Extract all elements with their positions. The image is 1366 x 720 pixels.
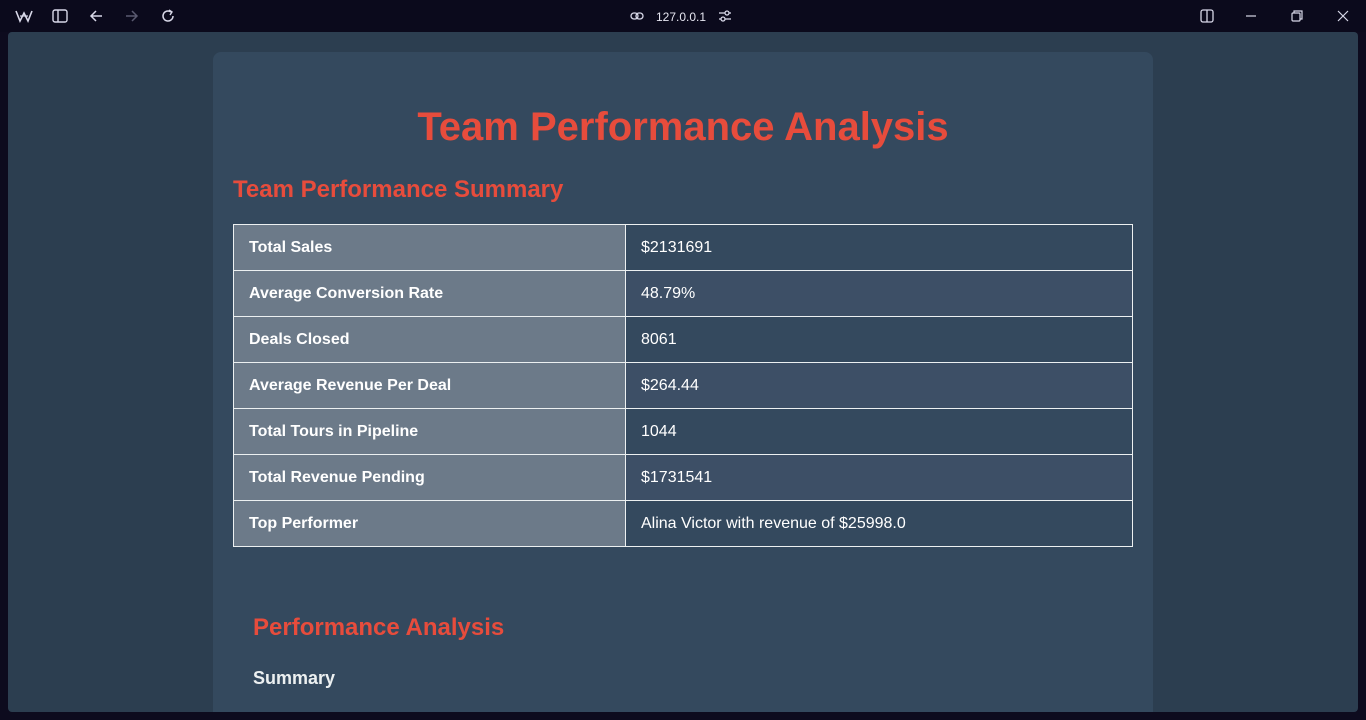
forward-arrow-icon[interactable] [122,6,142,26]
metric-value: $1731541 [625,454,1133,501]
metric-label: Average Conversion Rate [233,270,626,317]
metric-label: Total Revenue Pending [233,454,626,501]
table-row: Average Conversion Rate 48.79% [233,270,1133,317]
analysis-summary-heading: Summary [253,668,336,688]
metric-label: Top Performer [233,500,626,547]
table-row: Total Sales $2131691 [233,224,1133,271]
report-card: Team Performance Analysis Team Performan… [213,52,1153,712]
metric-value: 48.79% [625,270,1133,317]
link-icon [630,10,644,24]
back-arrow-icon[interactable] [86,6,106,26]
metric-value: $264.44 [625,362,1133,409]
table-row: Deals Closed 8061 [233,316,1133,363]
table-row: Total Revenue Pending $1731541 [233,454,1133,501]
reload-icon[interactable] [158,6,178,26]
metric-value: 1044 [625,408,1133,455]
metric-value: $2131691 [625,224,1133,271]
summary-table: Total Sales $2131691 Average Conversion … [233,224,1133,547]
table-row: Average Revenue Per Deal $264.44 [233,362,1133,409]
page-viewport: Team Performance Analysis Team Performan… [8,32,1358,712]
metric-label: Total Sales [233,224,626,271]
browser-logo-icon[interactable] [14,6,34,26]
sidebar-toggle-icon[interactable] [50,6,70,26]
page-title: Team Performance Analysis [417,105,949,149]
minimize-icon[interactable] [1241,6,1261,26]
url-text[interactable]: 127.0.0.1 [656,10,706,24]
site-settings-icon[interactable] [718,9,732,25]
metric-value: 8061 [625,316,1133,363]
close-icon[interactable] [1333,6,1353,26]
metric-value: Alina Victor with revenue of $25998.0 [625,500,1133,547]
metric-label: Average Revenue Per Deal [233,362,626,409]
summary-section-title: Team Performance Summary [233,176,564,203]
address-bar[interactable]: 127.0.0.1 [630,8,732,26]
browser-toolbar: 127.0.0.1 [0,0,1366,32]
split-view-icon[interactable] [1197,6,1217,26]
table-row: Total Tours in Pipeline 1044 [233,408,1133,455]
analysis-section-title: Performance Analysis [253,614,505,641]
metric-label: Deals Closed [233,316,626,363]
metric-label: Total Tours in Pipeline [233,408,626,455]
restore-icon[interactable] [1287,6,1307,26]
table-row: Top Performer Alina Victor with revenue … [233,500,1133,547]
